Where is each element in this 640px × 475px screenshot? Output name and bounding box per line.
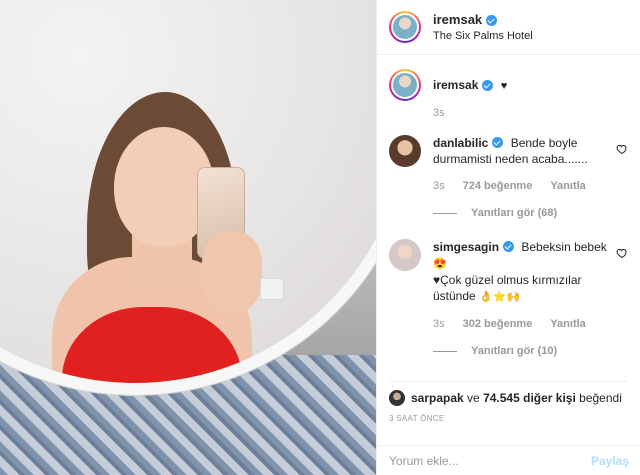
view-replies-label: Yanıtları gör (10) <box>471 344 558 357</box>
replies-line <box>433 350 457 352</box>
ok-hand-emoji-icon: 👌 <box>479 290 493 303</box>
author-username-row: iremsak <box>433 12 498 28</box>
commenter-avatar[interactable] <box>389 134 421 167</box>
post-side-panel: iremsak The Six Palms Hotel iremsak ♥ 3s <box>376 0 640 475</box>
comment-username-row: simgesagin <box>433 239 515 255</box>
comment-time[interactable]: 3s <box>433 179 445 194</box>
post-comment-button[interactable]: Paylaş <box>591 454 629 468</box>
view-replies-label: Yanıtları gör (68) <box>471 206 558 219</box>
comment-input[interactable] <box>389 453 569 468</box>
likes-count-link[interactable]: 74.545 diğer kişi <box>483 391 576 405</box>
comment-text-line1: Bebeksin bebek <box>521 239 607 254</box>
verified-badge-icon <box>492 137 504 149</box>
author-username[interactable]: iremsak <box>433 12 482 28</box>
likes-summary-middle: ve <box>467 391 480 405</box>
comment-username[interactable]: simgesagin <box>433 239 499 255</box>
heart-eyes-emoji-icon: 😍 <box>433 257 447 270</box>
reply-button[interactable]: Yanıtla <box>550 317 585 332</box>
commenter-avatar[interactable] <box>389 238 421 271</box>
comment-time[interactable]: 3s <box>433 317 445 332</box>
caption-meta: 3s <box>433 106 613 121</box>
comment-body: simgesagin Bebeksin bebek 😍 ♥Çok güzel o… <box>433 239 613 359</box>
comment-meta: 3s 724 beğenme Yanıtla <box>433 179 613 194</box>
comment-likes[interactable]: 302 beğenme <box>463 317 533 332</box>
comment-item: danlabilic Bende boyle durmamisti neden … <box>389 134 628 221</box>
caption-username-row: iremsak <box>433 77 494 93</box>
comment-username-row: danlabilic <box>433 135 504 151</box>
post-photo[interactable] <box>0 0 376 475</box>
caption-heart: ♥ <box>500 80 508 92</box>
liker-avatar[interactable] <box>389 390 405 406</box>
likes-summary-text: sarpapak ve 74.545 diğer kişi beğendi <box>411 391 622 405</box>
liker-username[interactable]: sarpapak <box>411 391 464 405</box>
replies-line <box>433 212 457 214</box>
post-header: iremsak The Six Palms Hotel <box>377 0 640 55</box>
post-location[interactable]: The Six Palms Hotel <box>433 30 533 44</box>
light-switch <box>260 278 284 300</box>
verified-badge-icon <box>503 241 515 253</box>
comment-body: danlabilic Bende boyle durmamisti neden … <box>433 135 613 221</box>
like-heart-icon[interactable] <box>616 247 628 259</box>
comment-username[interactable]: danlabilic <box>433 135 488 151</box>
reply-button[interactable]: Yanıtla <box>550 179 585 194</box>
add-comment-bar: Paylaş <box>377 445 640 475</box>
view-replies-button[interactable]: Yanıtları gör (68) <box>433 206 613 221</box>
caption-avatar[interactable] <box>389 69 421 101</box>
caption: iremsak ♥ 3s <box>389 69 628 121</box>
comment-meta: 3s 302 beğenme Yanıtla <box>433 317 613 332</box>
verified-badge-icon <box>486 14 498 26</box>
post-time-ago[interactable]: 3 SAAT ÖNCE <box>377 406 640 423</box>
comment-item: simgesagin Bebeksin bebek 😍 ♥Çok güzel o… <box>389 238 628 359</box>
caption-body: iremsak ♥ 3s <box>433 77 613 121</box>
verified-badge-icon <box>482 79 494 91</box>
comments-list: iremsak ♥ 3s danlabilic Bende boyle durm… <box>377 55 640 381</box>
view-replies-button[interactable]: Yanıtları gör (10) <box>433 344 613 359</box>
like-heart-icon[interactable] <box>616 143 628 155</box>
raised-hands-emoji-icon: 🙌 <box>506 290 521 303</box>
caption-time[interactable]: 3s <box>433 106 445 121</box>
likes-summary-suffix: beğendi <box>579 391 622 405</box>
photo-hand <box>202 232 262 312</box>
star-emoji-icon: ⭐ <box>492 290 507 303</box>
caption-username[interactable]: iremsak <box>433 77 478 93</box>
author-avatar[interactable] <box>389 11 421 43</box>
post-header-info: iremsak The Six Palms Hotel <box>433 10 533 44</box>
comment-likes[interactable]: 724 beğenme <box>463 179 533 194</box>
likes-summary: sarpapak ve 74.545 diğer kişi beğendi <box>377 382 640 406</box>
